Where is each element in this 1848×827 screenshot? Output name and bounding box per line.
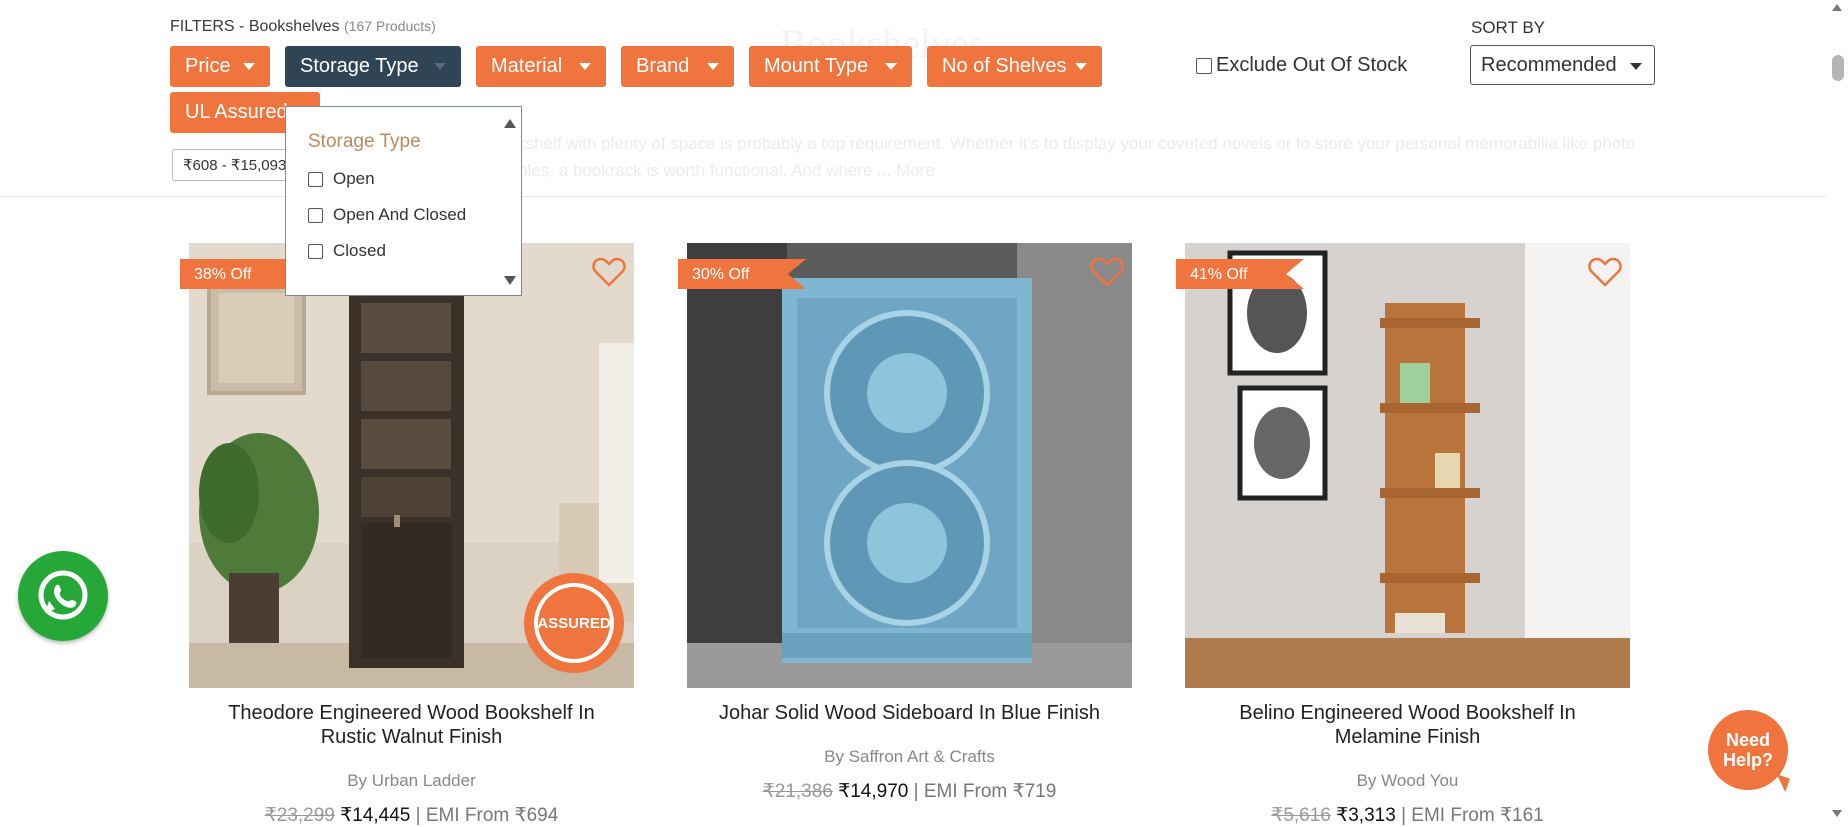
whatsapp-button[interactable] xyxy=(18,551,108,641)
filter-ul-assured-label: UL Assured xyxy=(185,101,288,123)
old-price: ₹21,386 xyxy=(762,781,833,802)
need-help-line1: Need xyxy=(1725,730,1770,750)
product-photo-corner-shelf xyxy=(1185,243,1630,688)
assured-badge-text: ASSURED xyxy=(537,615,611,632)
exclude-out-of-stock[interactable]: Exclude Out Of Stock xyxy=(1196,54,1407,77)
heart-icon[interactable] xyxy=(1588,257,1622,287)
product-image[interactable] xyxy=(1185,243,1630,688)
price-range-chip[interactable]: ₹608 - ₹15,093 xyxy=(172,149,292,181)
option-closed[interactable]: Closed xyxy=(308,241,386,261)
sort-select[interactable]: Recommended xyxy=(1470,45,1655,85)
product-name-line2: Melamine Finish xyxy=(1334,726,1481,748)
filters-heading: FILTERS - Bookshelves (167 Products) xyxy=(170,18,436,36)
option-open[interactable]: Open xyxy=(308,169,375,189)
product-name-line1: Belino Engineered Wood Bookshelf In xyxy=(1239,702,1576,724)
need-help-line2: Help? xyxy=(1722,750,1773,770)
product-brand: By Urban Ladder xyxy=(189,771,634,791)
filter-material-button[interactable]: Material xyxy=(476,46,606,87)
chevron-down-icon xyxy=(579,63,591,70)
emi-text: | EMI From ₹719 xyxy=(913,781,1057,802)
product-image[interactable] xyxy=(687,243,1132,688)
filter-storage-type-button[interactable]: Storage Type xyxy=(285,46,461,87)
discount-badge: 30% Off xyxy=(678,259,806,289)
product-name[interactable]: Theodore Engineered Wood Bookshelf In Ru… xyxy=(189,701,634,749)
dropdown-title: Storage Type xyxy=(308,131,421,152)
scroll-down-icon[interactable] xyxy=(504,276,516,285)
chevron-down-icon xyxy=(885,63,897,70)
scroll-down-icon[interactable] xyxy=(1832,810,1842,817)
option-label: Open And Closed xyxy=(333,205,467,224)
option-checkbox[interactable] xyxy=(308,171,323,187)
product-price: ₹21,386 ₹14,970 | EMI From ₹719 xyxy=(687,780,1132,803)
product-price: ₹23,299 ₹14,445 | EMI From ₹694 xyxy=(189,804,634,827)
chevron-down-icon xyxy=(434,63,446,70)
storage-type-dropdown: Storage Type Open Open And Closed Closed xyxy=(285,106,522,296)
brand-prefix: By xyxy=(824,747,844,766)
sort-value: Recommended xyxy=(1481,54,1617,76)
chevron-down-icon xyxy=(1630,63,1642,70)
current-price: ₹14,970 xyxy=(838,781,909,802)
filter-price-label: Price xyxy=(185,55,231,77)
product-name-line2: Rustic Walnut Finish xyxy=(320,726,503,748)
page-scrollbar[interactable] xyxy=(1826,0,1848,827)
brand-name[interactable]: Urban Ladder xyxy=(372,771,476,790)
category-description: Investing in a quality bookshelf with pl… xyxy=(330,134,1636,180)
discount-badge: 41% Off xyxy=(1176,259,1304,289)
filters-title: FILTERS - Bookshelves xyxy=(170,18,340,35)
product-photo-sideboard xyxy=(687,243,1132,688)
heart-icon[interactable] xyxy=(592,257,626,287)
product-name[interactable]: Johar Solid Wood Sideboard In Blue Finis… xyxy=(687,701,1132,725)
chevron-down-icon xyxy=(243,63,255,70)
dropdown-notch xyxy=(345,94,369,106)
option-checkbox[interactable] xyxy=(308,243,323,259)
product-count: (167 Products) xyxy=(344,18,436,34)
exclude-label: Exclude Out Of Stock xyxy=(1216,54,1408,76)
brand-prefix: By xyxy=(347,771,368,790)
whatsapp-icon xyxy=(38,570,88,620)
option-checkbox[interactable] xyxy=(308,207,323,223)
filter-mount-type-button[interactable]: Mount Type xyxy=(749,46,912,87)
product-name[interactable]: Belino Engineered Wood Bookshelf In Mela… xyxy=(1185,701,1630,749)
old-price: ₹5,616 xyxy=(1271,805,1331,826)
product-name-line1: Johar Solid Wood Sideboard In Blue Finis… xyxy=(719,702,1100,724)
chevron-down-icon xyxy=(707,63,719,70)
chevron-down-icon xyxy=(1075,63,1087,70)
exclude-checkbox[interactable] xyxy=(1196,57,1212,74)
option-label: Closed xyxy=(333,241,386,260)
sort-by-label: SORT BY xyxy=(1471,18,1546,37)
product-name-line1: Theodore Engineered Wood Bookshelf In xyxy=(228,702,595,724)
filter-storage-type-label: Storage Type xyxy=(300,55,419,77)
brand-name[interactable]: Wood You xyxy=(1381,771,1458,790)
discount-badge: 38% Off xyxy=(180,259,308,289)
product-price: ₹5,616 ₹3,313 | EMI From ₹161 xyxy=(1185,804,1630,827)
emi-text: | EMI From ₹694 xyxy=(415,805,559,826)
scrollbar-thumb[interactable] xyxy=(1832,55,1844,81)
product-image[interactable]: ASSURED xyxy=(189,243,634,688)
scroll-up-icon[interactable] xyxy=(1832,4,1842,11)
filter-mount-type-label: Mount Type xyxy=(764,55,869,77)
heart-icon[interactable] xyxy=(1090,257,1124,287)
filter-shelves-label: No of Shelves xyxy=(942,55,1067,77)
brand-name[interactable]: Saffron Art & Crafts xyxy=(849,747,995,766)
filter-price-button[interactable]: Price xyxy=(170,46,270,87)
option-label: Open xyxy=(333,169,375,188)
divider xyxy=(0,196,1826,197)
product-brand: By Wood You xyxy=(1185,771,1630,791)
need-help-button[interactable]: Need Help? xyxy=(1708,710,1788,790)
filter-shelves-button[interactable]: No of Shelves xyxy=(927,46,1102,87)
emi-text: | EMI From ₹161 xyxy=(1401,805,1544,826)
option-open-and-closed[interactable]: Open And Closed xyxy=(308,205,466,225)
product-brand: By Saffron Art & Crafts xyxy=(687,747,1132,767)
brand-prefix: By xyxy=(1356,771,1377,790)
old-price: ₹23,299 xyxy=(264,805,335,826)
filter-brand-button[interactable]: Brand xyxy=(621,46,734,87)
scroll-up-icon[interactable] xyxy=(504,119,516,128)
filter-material-label: Material xyxy=(491,55,563,77)
filter-brand-label: Brand xyxy=(636,55,690,77)
current-price: ₹3,313 xyxy=(1336,805,1396,826)
current-price: ₹14,445 xyxy=(340,805,411,826)
